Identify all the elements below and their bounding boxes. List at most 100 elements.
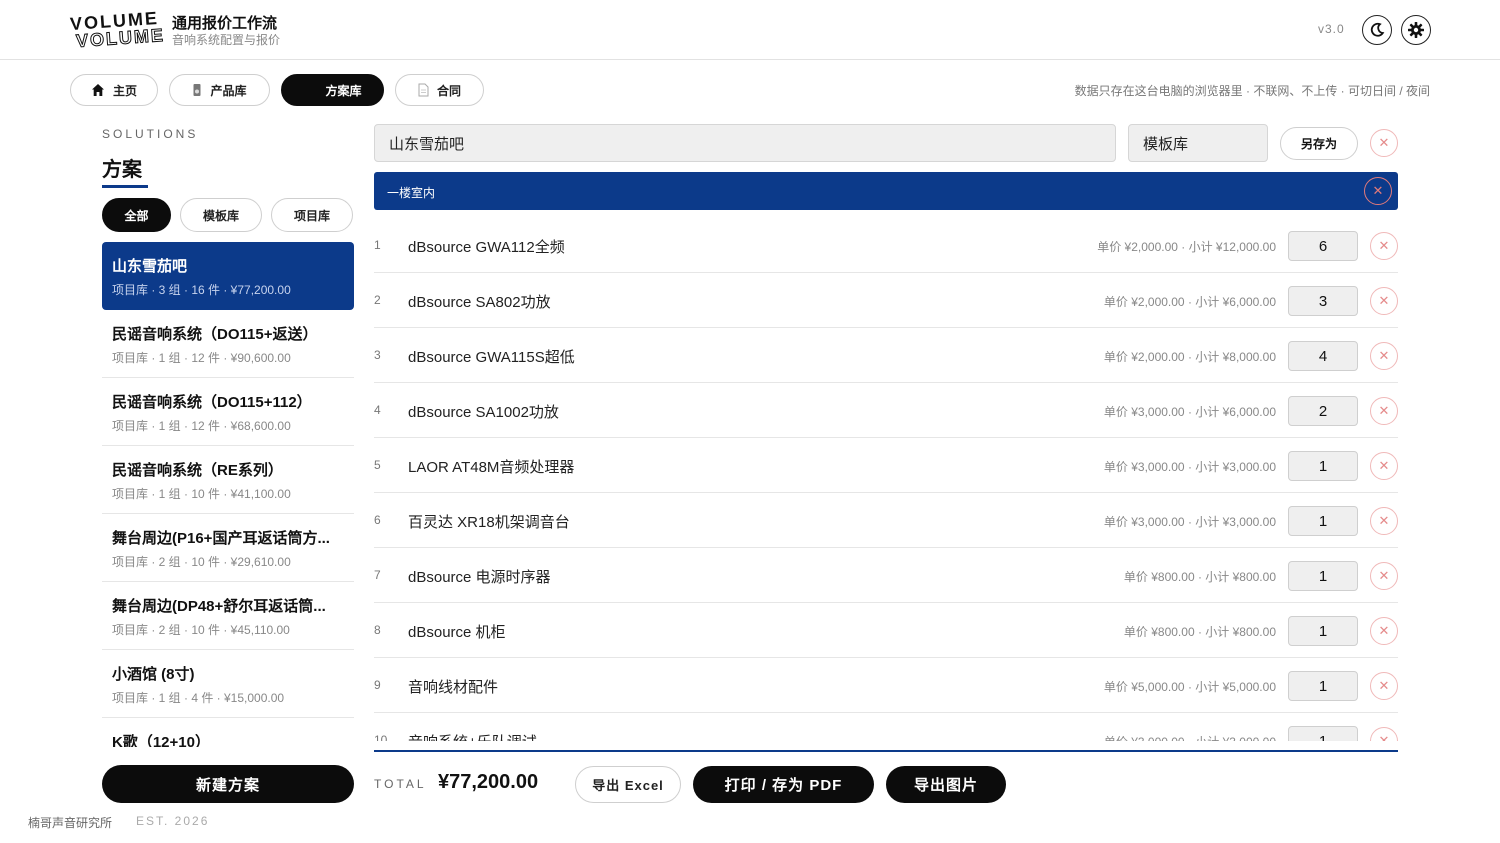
new-solution-button[interactable]: 新建方案 [102, 765, 354, 803]
list-item[interactable]: K歌（12+10） [102, 718, 354, 747]
folder-icon [304, 86, 317, 95]
solution-name: K歌（12+10） [112, 734, 210, 747]
table-row: 4 dBsource SA1002功放 单价 ¥3,000.00 · 小计 ¥6… [374, 383, 1398, 438]
remove-item-button[interactable]: ✕ [1370, 397, 1398, 425]
tab-contracts[interactable]: 合同 [395, 74, 484, 106]
print-pdf-button[interactable]: 打印 / 存为 PDF [693, 766, 874, 803]
settings-button[interactable] [1401, 15, 1431, 45]
save-as-button[interactable]: 另存为 [1280, 127, 1358, 160]
remove-item-button[interactable]: ✕ [1370, 507, 1398, 535]
solution-meta: 项目库 · 1 组 · 12 件 · ¥90,600.00 [112, 351, 291, 365]
quantity-input[interactable] [1288, 396, 1358, 426]
list-item[interactable]: 舞台周边(P16+国产耳返话筒方... 项目库 · 2 组 · 10 件 · ¥… [102, 514, 354, 582]
item-name: LAOR AT48M音频处理器 [408, 459, 575, 476]
remove-item-button[interactable]: ✕ [1370, 672, 1398, 700]
item-price: 单价 ¥5,000.00 · 小计 ¥5,000.00 [1103, 680, 1276, 694]
app-header: VOLUME VOLUME 通用报价工作流 音响系统配置与报价 v3.0 [0, 0, 1500, 60]
item-index: 9 [374, 678, 381, 692]
remove-item-button[interactable]: ✕ [1370, 617, 1398, 645]
tab-products[interactable]: 产品库 [169, 74, 270, 106]
library-select[interactable]: 模板库 [1128, 124, 1268, 162]
item-name: 百灵达 XR18机架调音台 [408, 514, 570, 531]
close-icon: ✕ [1378, 678, 1390, 693]
quantity-input[interactable] [1288, 561, 1358, 591]
solution-meta: 项目库 · 1 组 · 4 件 · ¥15,000.00 [112, 691, 285, 705]
tab-home-label: 主页 [112, 83, 137, 98]
solution-list[interactable]: 山东雪茄吧 项目库 · 3 组 · 16 件 · ¥77,200.00 民谣音响… [102, 242, 354, 747]
list-item[interactable]: 民谣音响系统（RE系列） 项目库 · 1 组 · 10 件 · ¥41,100.… [102, 446, 354, 514]
solution-meta: 项目库 · 1 组 · 10 件 · ¥41,100.00 [112, 487, 291, 501]
quantity-input[interactable] [1288, 506, 1358, 536]
list-item[interactable]: 舞台周边(DP48+舒尔耳返话筒... 项目库 · 2 组 · 10 件 · ¥… [102, 582, 354, 650]
quantity-input[interactable] [1288, 231, 1358, 261]
list-item[interactable]: 民谣音响系统（DO115+112） 项目库 · 1 组 · 12 件 · ¥68… [102, 378, 354, 446]
item-price: 单价 ¥2,000.00 · 小计 ¥6,000.00 [1103, 295, 1276, 309]
quantity-input[interactable] [1288, 671, 1358, 701]
quantity-input[interactable] [1288, 286, 1358, 316]
sidebar-eyebrow: SOLUTIONS [102, 127, 199, 141]
established-label: EST. 2026 [136, 814, 210, 828]
remove-item-button[interactable]: ✕ [1370, 452, 1398, 480]
remove-item-button[interactable]: ✕ [1370, 232, 1398, 260]
item-index: 7 [374, 568, 381, 582]
list-item[interactable]: 小酒馆 (8寸) 项目库 · 1 组 · 4 件 · ¥15,000.00 [102, 650, 354, 718]
quantity-input[interactable] [1288, 726, 1358, 741]
item-price: 单价 ¥800.00 · 小计 ¥800.00 [1123, 570, 1276, 584]
filter-templates[interactable]: 模板库 [180, 198, 262, 232]
theme-toggle-button[interactable] [1362, 15, 1392, 45]
remove-item-button[interactable]: ✕ [1370, 727, 1398, 741]
item-price: 单价 ¥3,000.00 · 小计 ¥3,000.00 [1103, 515, 1276, 529]
privacy-note: 数据只存在这台电脑的浏览器里 · 不联网、不上传 · 可切日间 / 夜间 [1074, 84, 1430, 98]
app-subtitle: 音响系统配置与报价 [172, 33, 281, 47]
item-index: 2 [374, 293, 381, 307]
table-row: 9 音响线材配件 单价 ¥5,000.00 · 小计 ¥5,000.00 ✕ [374, 658, 1398, 713]
solution-name: 小酒馆 (8寸) [112, 666, 195, 683]
solution-name: 舞台周边(P16+国产耳返话筒方... [112, 530, 330, 547]
delete-group-button[interactable]: ✕ [1364, 177, 1392, 205]
item-name: dBsource SA802功放 [408, 294, 551, 311]
brand-logo: VOLUME VOLUME [68, 8, 166, 52]
close-icon: ✕ [1378, 293, 1390, 308]
item-index: 4 [374, 403, 381, 417]
remove-item-button[interactable]: ✕ [1370, 342, 1398, 370]
total-label: TOTAL [374, 777, 427, 791]
export-excel-button[interactable]: 导出 Excel [575, 766, 681, 803]
solution-meta: 项目库 · 2 组 · 10 件 · ¥45,110.00 [112, 623, 290, 637]
item-price: 单价 ¥800.00 · 小计 ¥800.00 [1123, 625, 1276, 639]
item-name: dBsource SA1002功放 [408, 404, 559, 421]
sidebar-title: 方案 [102, 159, 142, 181]
quantity-input[interactable] [1288, 451, 1358, 481]
delete-solution-button[interactable]: ✕ [1370, 129, 1398, 157]
version-label: v3.0 [1318, 22, 1345, 36]
group-header[interactable]: 一楼室内 ✕ [374, 172, 1398, 210]
remove-item-button[interactable]: ✕ [1370, 562, 1398, 590]
item-name: 音响线材配件 [408, 679, 499, 696]
list-item[interactable]: 山东雪茄吧 项目库 · 3 组 · 16 件 · ¥77,200.00 [102, 242, 354, 310]
tab-home[interactable]: 主页 [70, 74, 158, 106]
list-item[interactable]: 民谣音响系统（DO115+返送） 项目库 · 1 组 · 12 件 · ¥90,… [102, 310, 354, 378]
quantity-input[interactable] [1288, 616, 1358, 646]
item-price: 单价 ¥3,000.00 · 小计 ¥3,000.00 [1103, 460, 1276, 474]
solution-name: 舞台周边(DP48+舒尔耳返话筒... [112, 598, 326, 615]
table-row: 8 dBsource 机柜 单价 ¥800.00 · 小计 ¥800.00 ✕ [374, 603, 1398, 658]
table-row: 10 音响系统+乐队调试 单价 ¥3,000.00 · 小计 ¥3,000.00… [374, 713, 1398, 741]
close-icon: ✕ [1378, 623, 1390, 638]
tab-solutions-label: 方案库 [325, 83, 362, 98]
item-list[interactable]: 1 dBsource GWA112全频 单价 ¥2,000.00 · 小计 ¥1… [374, 218, 1398, 741]
export-image-button[interactable]: 导出图片 [886, 766, 1006, 803]
tab-solutions[interactable]: 方案库 [281, 74, 384, 106]
filter-all[interactable]: 全部 [102, 198, 171, 232]
item-price: 单价 ¥3,000.00 · 小计 ¥6,000.00 [1103, 405, 1276, 419]
remove-item-button[interactable]: ✕ [1370, 287, 1398, 315]
quantity-input[interactable] [1288, 341, 1358, 371]
table-row: 7 dBsource 电源时序器 单价 ¥800.00 · 小计 ¥800.00… [374, 548, 1398, 603]
solution-name: 民谣音响系统（DO115+112） [112, 394, 312, 411]
table-row: 1 dBsource GWA112全频 单价 ¥2,000.00 · 小计 ¥1… [374, 218, 1398, 273]
table-row: 2 dBsource SA802功放 单价 ¥2,000.00 · 小计 ¥6,… [374, 273, 1398, 328]
table-row: 3 dBsource GWA115S超低 单价 ¥2,000.00 · 小计 ¥… [374, 328, 1398, 383]
filter-projects[interactable]: 项目库 [271, 198, 353, 232]
studio-name: 楠哥声音研究所 [28, 816, 113, 830]
solution-name-input[interactable] [374, 124, 1116, 162]
close-icon: ✕ [1378, 403, 1390, 418]
close-icon: ✕ [1372, 183, 1384, 198]
